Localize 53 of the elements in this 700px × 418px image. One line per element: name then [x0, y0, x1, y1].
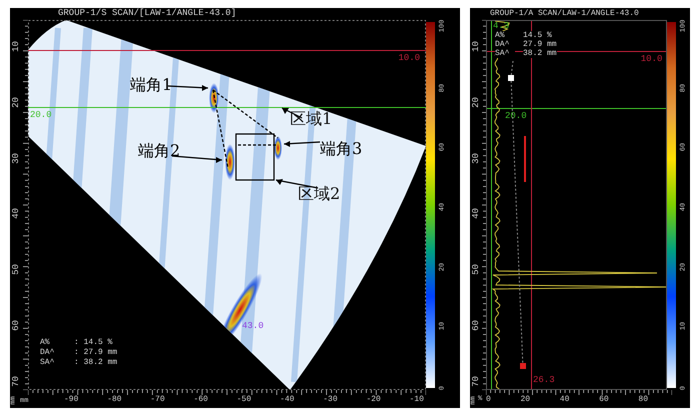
- axis-tick-label: 40: [560, 395, 570, 404]
- axis-tick-label: 60: [599, 395, 609, 404]
- axis-tick-label: -20: [366, 395, 381, 404]
- axis-tick-label: 50: [12, 264, 20, 276]
- readout-value: : 38.2 mm: [74, 358, 118, 368]
- axis-tick-label: -40: [280, 395, 294, 404]
- axis-tick-label: 60: [12, 320, 20, 332]
- annotation-label: 端角3: [320, 140, 362, 158]
- readout-value: 27.9 mm: [523, 40, 557, 49]
- axis-tick-label: 80: [638, 395, 648, 404]
- readout-value: 38.2 mm: [523, 49, 557, 58]
- angle-label: 43.0: [242, 320, 264, 333]
- axis-tick-label: 70: [12, 376, 20, 387]
- annotation-label: 端角1: [130, 76, 172, 94]
- cursor-value: 20.0: [505, 111, 527, 121]
- axis-tick-label: -50: [236, 395, 252, 404]
- axis-tick-label: -10: [410, 395, 424, 404]
- annotation-label: 区域2: [298, 185, 340, 203]
- axis-tick-label: -70: [150, 395, 165, 404]
- axis-tick-label: 20: [520, 395, 530, 404]
- gate-value: 4.3: [493, 21, 510, 31]
- axis-tick-label: 20: [472, 96, 480, 108]
- readout-value: : 14.5 %: [74, 338, 112, 348]
- axis-tick-label: -30: [323, 395, 338, 404]
- cursor-line[interactable]: [531, 21, 532, 389]
- axis-tick-label: 20: [12, 96, 20, 108]
- panel-title: GROUP-1/A SCAN/LAW-1/ANGLE-43.0: [490, 8, 640, 19]
- readout-label: A%: [40, 338, 51, 348]
- readout-value: 14.5 %: [523, 31, 552, 40]
- axis-tick-label: -90: [64, 395, 78, 404]
- readout-label: SA^: [40, 358, 56, 368]
- axis-tick-label: 30: [12, 152, 20, 164]
- axis-tick-label: -60: [194, 395, 208, 404]
- axis-tick-label: 10: [12, 41, 20, 52]
- axis-tick-label: 70: [472, 376, 480, 387]
- axis-tick-label: 40: [12, 208, 20, 220]
- axis-tick-label: 60: [472, 320, 480, 332]
- panel-title: GROUP-1/S SCAN/[LAW-1/ANGLE-43.0]: [58, 8, 238, 19]
- axis-tick-label: 10: [472, 41, 480, 52]
- annotation-label: 区域1: [290, 110, 332, 128]
- cursor-value: 20.0: [30, 110, 52, 120]
- axis-tick-label: 30: [472, 152, 480, 164]
- cursor-value: 26.3: [533, 375, 555, 385]
- axis-tick-label: 40: [472, 208, 480, 220]
- cursor-value: 10.0: [640, 54, 662, 64]
- cursor-value: 10.0: [398, 53, 420, 63]
- readout-label: SA^: [495, 49, 515, 58]
- axis-tick-label: -80: [107, 395, 122, 404]
- readout-value: : 27.9 mm: [74, 348, 118, 358]
- readout-label: DA^: [40, 348, 56, 358]
- axis-tick-label: 0: [486, 395, 491, 404]
- axis-tick-label: 50: [472, 264, 480, 276]
- annotation-label: 端角2: [138, 142, 180, 160]
